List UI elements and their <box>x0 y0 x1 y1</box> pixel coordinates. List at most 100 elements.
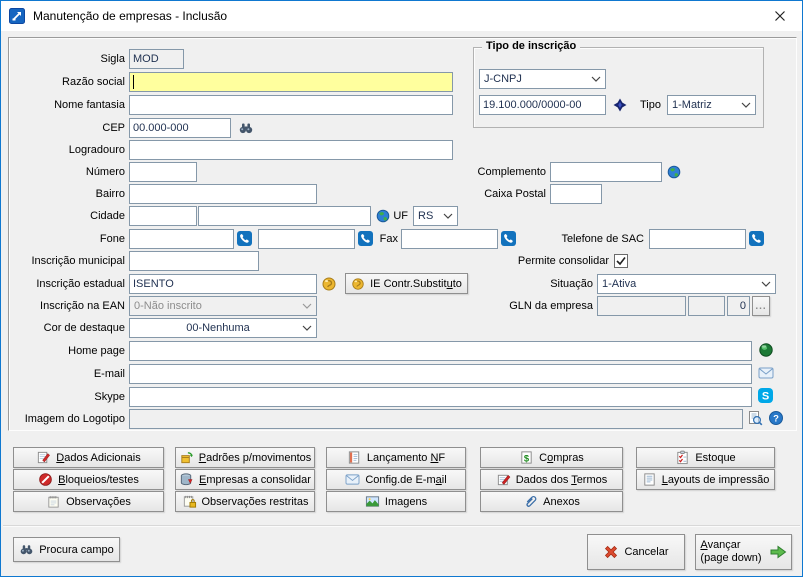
skype-icon[interactable]: S <box>758 388 774 404</box>
logotipo-label: Imagem do Logotipo <box>11 409 125 429</box>
bairro-field[interactable] <box>129 184 317 204</box>
bloqueios-testes-button[interactable]: Bloqueios/testes <box>13 469 164 490</box>
nome-fantasia-label: Nome fantasia <box>11 95 125 115</box>
situacao-label: Situação <box>493 274 593 294</box>
inscricao-municipal-field[interactable] <box>129 251 259 271</box>
razao-social-field[interactable] <box>129 72 453 92</box>
layouts-impressao-button[interactable]: Layouts de impressão <box>636 469 775 490</box>
email-config-icon <box>345 473 360 486</box>
permite-consolidar-label: Permite consolidar <box>499 251 609 271</box>
phone-icon[interactable] <box>749 231 765 247</box>
uf-select[interactable]: RS <box>413 206 458 226</box>
razao-social-label: Razão social <box>11 72 125 92</box>
dados-adicionais-button[interactable]: Dados Adicionais <box>13 447 164 468</box>
tipo-documento-select[interactable]: J-CNPJ <box>479 69 606 89</box>
gln-field-2[interactable] <box>688 296 725 316</box>
fone1-field[interactable] <box>129 229 234 249</box>
receita-validate-icon[interactable] <box>612 97 628 113</box>
gln-field-1[interactable] <box>597 296 686 316</box>
avancar-label: Avançar (page down) <box>700 539 761 565</box>
cor-destaque-select[interactable]: 00-Nenhuma <box>129 318 317 338</box>
estoque-button[interactable]: Estoque <box>636 447 775 468</box>
mail-icon[interactable] <box>758 366 774 382</box>
inscricao-ean-label: Inscrição na EAN <box>11 296 125 316</box>
gln-label: GLN da empresa <box>493 296 593 316</box>
inscricao-municipal-label: Inscrição municipal <box>11 251 125 271</box>
home-page-field[interactable] <box>129 341 752 361</box>
fone2-field[interactable] <box>258 229 355 249</box>
close-icon <box>774 10 786 22</box>
images-icon <box>365 495 380 508</box>
fax-field[interactable] <box>401 229 498 249</box>
app-icon <box>9 8 25 24</box>
notes-icon <box>46 494 61 509</box>
logotipo-field[interactable] <box>129 409 743 429</box>
bairro-label: Bairro <box>11 184 125 204</box>
nome-fantasia-field[interactable] <box>129 95 453 115</box>
sigla-label: Sigla <box>11 49 125 69</box>
tipo-matriz-select[interactable]: 1-Matriz <box>667 95 756 115</box>
chevron-down-icon <box>741 102 751 109</box>
title-bar: Manutenção de empresas - Inclusão <box>1 1 802 31</box>
cep-field[interactable] <box>129 118 231 138</box>
chevron-down-icon <box>302 303 312 310</box>
svg-text:S: S <box>762 391 769 403</box>
dados-termos-button[interactable]: Dados dos Termos <box>480 469 623 490</box>
consolidate-db-icon <box>179 472 194 487</box>
fone-label: Fone <box>11 229 125 249</box>
gln-field-3[interactable] <box>727 296 750 316</box>
close-button[interactable] <box>757 1 802 31</box>
config-email-button[interactable]: Config.de E-mail <box>326 469 466 490</box>
anexos-button[interactable]: Anexos <box>480 491 623 512</box>
terms-edit-icon <box>496 472 511 487</box>
inscricao-ean-select[interactable]: 0-Não inscrito <box>129 296 317 316</box>
email-field[interactable] <box>129 364 752 384</box>
padroes-movimentos-button[interactable]: Padrões p/movimentos <box>175 447 315 468</box>
telefone-sac-label: Telefone de SAC <box>544 229 644 249</box>
phone-icon[interactable] <box>501 231 517 247</box>
caixa-postal-label: Caixa Postal <box>446 184 546 204</box>
binoculars-icon[interactable] <box>238 120 254 136</box>
skype-label: Skype <box>11 387 125 407</box>
observacoes-button[interactable]: Observações <box>13 491 164 512</box>
globe-icon[interactable] <box>666 164 682 180</box>
complemento-field[interactable] <box>550 162 662 182</box>
situacao-select[interactable]: 1-Ativa <box>597 274 776 294</box>
skype-field[interactable] <box>129 387 752 407</box>
ie-contr-substituto-button[interactable]: IE Contr.Substituto <box>345 273 468 294</box>
fax-label: Fax <box>348 229 398 249</box>
cancelar-button[interactable]: Cancelar <box>587 534 685 570</box>
cnpj-field[interactable] <box>479 95 606 115</box>
cidade-codigo-field[interactable] <box>129 206 197 226</box>
logradouro-field[interactable] <box>129 140 453 160</box>
attachment-icon <box>523 494 538 509</box>
inscricao-estadual-field[interactable] <box>129 274 317 294</box>
image-preview-icon[interactable] <box>747 410 763 426</box>
web-globe-icon[interactable] <box>758 342 774 358</box>
lancamento-nf-button[interactable]: Lançamento NF <box>326 447 466 468</box>
procura-campo-button[interactable]: Procura campo <box>13 537 120 562</box>
coin-icon[interactable] <box>321 276 337 292</box>
telefone-sac-field[interactable] <box>649 229 746 249</box>
avancar-button[interactable]: Avançar (page down) <box>695 534 792 570</box>
compras-button[interactable]: $ Compras <box>480 447 623 468</box>
stock-checklist-icon <box>675 450 690 465</box>
caixa-postal-field[interactable] <box>550 184 602 204</box>
help-icon[interactable]: ? <box>768 410 784 426</box>
binoculars-icon <box>19 542 34 557</box>
chevron-down-icon <box>302 325 312 332</box>
observacoes-restritas-button[interactable]: Observações restritas <box>175 491 315 512</box>
cidade-nome-field[interactable] <box>198 206 371 226</box>
numero-field[interactable] <box>129 162 197 182</box>
gln-more-button[interactable]: ... <box>752 296 770 316</box>
imagens-button[interactable]: Imagens <box>326 491 466 512</box>
window-title: Manutenção de empresas - Inclusão <box>33 1 227 31</box>
chevron-down-icon <box>443 213 453 220</box>
empresas-consolidar-button[interactable]: Empresas a consolidar <box>175 469 315 490</box>
svg-text:$: $ <box>524 453 530 463</box>
sigla-field[interactable] <box>129 49 184 69</box>
permite-consolidar-checkbox[interactable] <box>614 254 628 268</box>
phone-icon[interactable] <box>237 231 253 247</box>
package-sync-icon <box>179 450 194 465</box>
svg-text:?: ? <box>773 414 779 425</box>
